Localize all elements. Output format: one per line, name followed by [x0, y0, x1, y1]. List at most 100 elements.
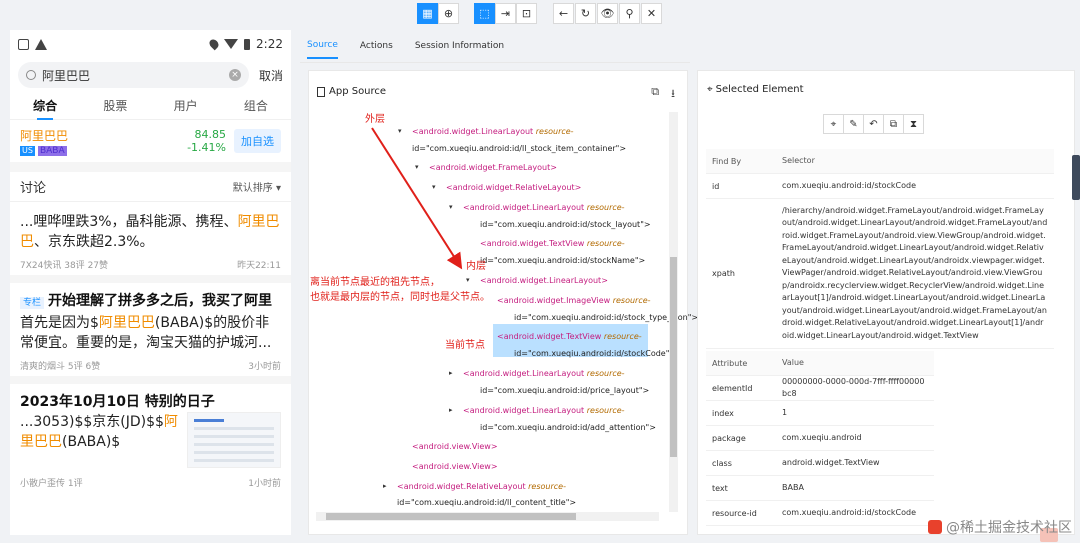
post-item[interactable]: 2023年10月10日 特别的日子 ...3053)$$京东(JD)$$阿里巴巴…: [10, 384, 291, 493]
tree-node-attr: resource-: [533, 127, 574, 136]
tree-node[interactable]: id="com.xueqiu.android:id/ll_content_tit…: [397, 498, 576, 507]
tab-session-information[interactable]: Session Information: [415, 34, 504, 58]
post-title: 专栏 开始理解了拼多多之后，我买了阿里: [20, 291, 281, 313]
select-elements-button[interactable]: ⬚: [474, 3, 495, 24]
element-actions: ⌖ ✎ ↶ ⧉ ⧗: [823, 114, 924, 134]
tree-node[interactable]: id="com.xueqiu.android:id/add_attention"…: [480, 423, 656, 432]
tree-node[interactable]: <android.widget.TextView resource-: [497, 332, 642, 341]
caret-down-icon: ▾: [275, 183, 281, 194]
tab-users[interactable]: 用户: [174, 93, 198, 118]
sort-dropdown[interactable]: 默认排序 ▾: [233, 179, 281, 194]
clear-button[interactable]: ↶: [863, 114, 884, 134]
app-source-title: App Source: [329, 86, 387, 97]
eye-icon: 👁: [600, 7, 615, 20]
vertical-scrollbar[interactable]: [669, 112, 678, 512]
tree-node[interactable]: <android.widget.ImageView resource-: [497, 296, 651, 305]
tree-node[interactable]: ▾ <android.widget.RelativeLayout>: [432, 183, 581, 192]
download-icon[interactable]: ⭳: [671, 85, 675, 104]
post-meta: 7X24快讯 38评 27赞 昨天22:11: [20, 261, 281, 271]
tab-actions[interactable]: Actions: [360, 34, 393, 58]
search-input[interactable]: 阿里巴巴 ×: [18, 62, 249, 88]
add-watchlist-button[interactable]: 加自选: [234, 129, 281, 153]
side-drawer-handle[interactable]: [1072, 155, 1080, 200]
discussion-title: 讨论: [20, 181, 47, 196]
send-keys-button[interactable]: ✎: [843, 114, 864, 134]
tree-node[interactable]: <android.view.View>: [412, 442, 498, 451]
tree-node[interactable]: id="com.xueqiu.android:id/stock_layout">: [480, 220, 651, 229]
tag-icon: ⌖: [707, 84, 713, 95]
tree-node[interactable]: ▾ <android.widget.FrameLayout>: [415, 163, 557, 172]
tree-node-attr: resource-: [584, 203, 625, 212]
search-row: 阿里巴巴 × 取消: [10, 58, 291, 92]
tree-node-tag: <android.widget.FrameLayout>: [429, 163, 557, 172]
battery-icon: [244, 38, 251, 50]
device-screenshot[interactable]: 2:22 阿里巴巴 × 取消 综合 股票 用户 组合 阿里巴巴 US BABA …: [10, 30, 291, 535]
post-body: ...3053)$$京东(JD)$$阿里巴巴(BABA)$: [20, 414, 178, 450]
post-item[interactable]: ...哩哗哩跌3%，晶科能源、携程、阿里巴 巴、京东跌超2.3%。 7X24快讯 …: [10, 202, 291, 275]
globe-icon: ⊕: [443, 7, 454, 20]
clear-icon[interactable]: ×: [228, 69, 241, 81]
caret-right-icon[interactable]: ▸: [383, 482, 387, 490]
divider: [10, 162, 291, 172]
copy-xml-icon[interactable]: ⧉: [651, 85, 659, 104]
stock-item[interactable]: 阿里巴巴 US BABA 84.85 -1.41% 加自选: [10, 120, 291, 162]
tree-node[interactable]: ▸ <android.widget.LinearLayout resource-: [449, 406, 625, 415]
tree-node-attr-value: id="com.xueqiu.android:id/ll_stock_item_…: [412, 144, 627, 153]
table-row[interactable]: xpath /hierarchy/android.widget.FrameLay…: [706, 199, 1054, 349]
caret-down-icon[interactable]: ▾: [398, 127, 402, 135]
annotation-outer: 外层: [365, 114, 385, 125]
selected-element-panel: ⌖ Selected Element ⌖ ✎ ↶ ⧉ ⧗ Find By Sel…: [697, 70, 1075, 535]
tree-node[interactable]: ▸ <android.widget.RelativeLayout resource…: [383, 482, 566, 491]
post-thumbnail: [187, 412, 281, 468]
get-timing-button[interactable]: ⧗: [903, 114, 924, 134]
tab-source[interactable]: Source: [307, 33, 338, 59]
tap-coordinates-button[interactable]: ⊡: [516, 3, 537, 24]
caret-down-icon[interactable]: ▾: [415, 163, 419, 171]
back-button[interactable]: ←: [553, 3, 574, 24]
tab-portfolios[interactable]: 组合: [244, 93, 268, 118]
tab-general[interactable]: 综合: [33, 93, 57, 118]
horizontal-scrollbar[interactable]: [316, 512, 659, 521]
cancel-button[interactable]: 取消: [255, 67, 283, 84]
caret-down-icon[interactable]: ▾: [432, 183, 436, 191]
swipe-arrow-icon: ⇥: [500, 7, 511, 20]
stock-change: -1.41%: [187, 141, 226, 154]
tree-node[interactable]: <android.widget.TextView resource-: [480, 239, 625, 248]
caret-down-icon[interactable]: ▾: [449, 203, 453, 211]
tree-node-tag: <android.widget.TextView: [480, 239, 585, 248]
tree-node[interactable]: id="com.xueqiu.android:id/stockCode">: [514, 349, 676, 358]
tree-node[interactable]: id="com.xueqiu.android:id/price_layout">: [480, 386, 649, 395]
tree-node[interactable]: id="com.xueqiu.android:id/ll_stock_item_…: [412, 144, 626, 153]
refresh-button[interactable]: ↻: [575, 3, 596, 24]
table-row: package com.xueqiu.android: [706, 426, 934, 451]
tree-node-tag: <android.widget.LinearLayout: [463, 406, 585, 415]
annotation-desc-2: 也就是最内层的节点，同时也是父节点。: [310, 292, 490, 303]
copy-attributes-button[interactable]: ⧉: [883, 114, 904, 134]
tap-element-button[interactable]: ⌖: [823, 114, 844, 134]
tree-node-tag: <android.view.View>: [412, 462, 498, 471]
show-hide-button[interactable]: 👁: [597, 3, 618, 24]
app-notification-icon: [18, 38, 29, 50]
swipe-button[interactable]: ⇥: [495, 3, 516, 24]
tree-node[interactable]: id="com.xueqiu.android:id/stockName">: [480, 256, 645, 265]
search-elements-button[interactable]: ⚲: [619, 3, 640, 24]
tree-node[interactable]: ▾ <android.widget.LinearLayout resource-: [398, 127, 574, 136]
caret-down-icon[interactable]: ▾: [466, 276, 470, 284]
tab-stocks[interactable]: 股票: [103, 93, 127, 118]
native-app-mode-button[interactable]: ▦: [417, 3, 438, 24]
table-row[interactable]: id com.xueqiu.android:id/stockCode: [706, 174, 1054, 199]
caret-right-icon[interactable]: ▸: [449, 369, 453, 377]
tree-node[interactable]: ▸ <android.widget.LinearLayout resource-: [449, 369, 625, 378]
quit-session-button[interactable]: ✕: [641, 3, 662, 24]
post-body: 首先是因为$阿里巴巴(BABA)$的股价非常便宜。重要的是，淘宝天猫的护城河..…: [20, 315, 272, 351]
tree-node[interactable]: <android.view.View>: [412, 462, 498, 471]
tree-node[interactable]: ▾ <android.widget.LinearLayout resource-: [449, 203, 625, 212]
search-icon: [26, 70, 36, 80]
tree-node[interactable]: ▾ <android.widget.LinearLayout>: [466, 276, 608, 285]
caret-right-icon[interactable]: ▸: [449, 406, 453, 414]
select-cursor-icon: ⬚: [479, 7, 490, 20]
annotation-current: 当前节点: [445, 340, 485, 351]
post-item[interactable]: 专栏 开始理解了拼多多之后，我买了阿里 首先是因为$阿里巴巴(BABA)$的股价非…: [10, 283, 291, 376]
table-row: text BABA: [706, 476, 934, 501]
web-mode-button[interactable]: ⊕: [438, 3, 459, 24]
